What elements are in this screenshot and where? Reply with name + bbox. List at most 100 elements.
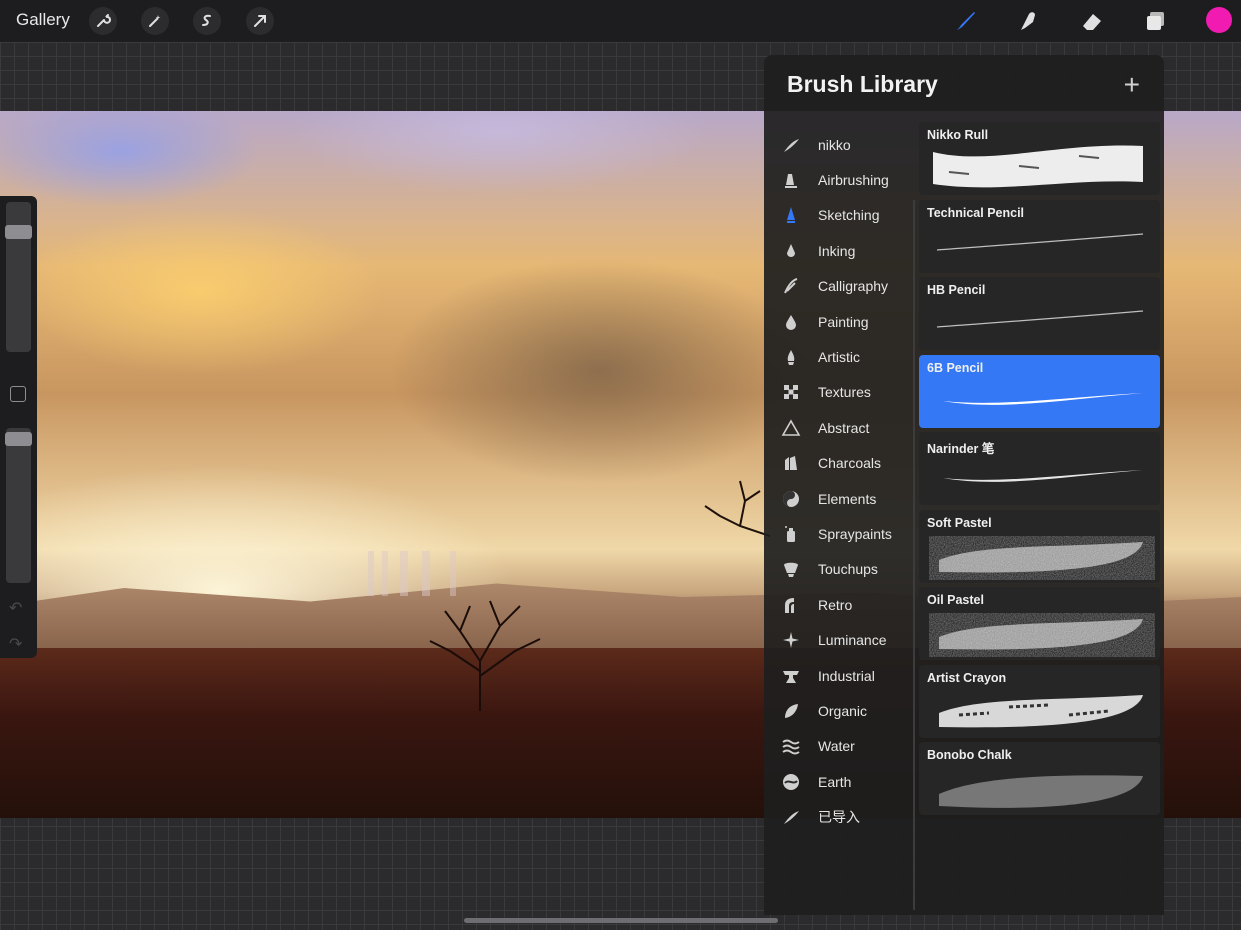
panel-title: Brush Library: [787, 71, 938, 97]
list-divider: [913, 200, 915, 910]
brush-name: Oil Pastel: [927, 593, 984, 607]
spray-can-icon: [780, 523, 802, 545]
smudge-icon[interactable]: [1013, 6, 1043, 36]
side-toolbar: ↶ ↷: [0, 196, 37, 658]
brush-item[interactable]: Narinder 笔: [919, 432, 1160, 505]
brush-name: Nikko Rull: [927, 128, 989, 142]
imported-stroke-icon: [780, 806, 802, 828]
brush-item[interactable]: 6B Pencil: [919, 354, 1160, 428]
category-label: Painting: [818, 313, 869, 330]
brush-opacity-thumb[interactable]: [5, 432, 32, 446]
brush-category-20[interactable]: 已导入: [764, 799, 914, 834]
sparkle-icon: [780, 629, 802, 651]
brush-category-19[interactable]: Earth: [764, 764, 914, 799]
brush-category-4[interactable]: Inking: [764, 233, 914, 268]
brush-category-2[interactable]: Airbrushing: [764, 162, 914, 197]
brush-icon[interactable]: [950, 6, 980, 36]
category-label: Calligraphy: [818, 278, 889, 295]
brush-category-13[interactable]: Touchups: [764, 552, 914, 587]
category-label: Spraypaints: [818, 525, 892, 542]
category-label: Textures: [818, 384, 871, 401]
triangle-icon: [780, 417, 802, 439]
brush-item[interactable]: Soft Pastel: [919, 509, 1160, 583]
anvil-icon: [780, 665, 802, 687]
bare-tree: [429, 600, 541, 711]
brush-category-6[interactable]: Painting: [764, 304, 914, 339]
brush-item[interactable]: Nikko Rull: [919, 122, 1160, 195]
top-toolbar: Gallery: [0, 0, 1241, 42]
yin-yang-icon: [780, 488, 802, 510]
category-label: 已导入: [818, 809, 860, 826]
brush-category-14[interactable]: Retro: [764, 587, 914, 622]
modify-button[interactable]: [10, 386, 26, 402]
category-label: Airbrushing: [818, 172, 889, 189]
transform-arrow-icon[interactable]: [246, 7, 274, 35]
retro-icon: [780, 594, 802, 616]
brush-name: HB Pencil: [927, 283, 986, 297]
brush-item[interactable]: Oil Pastel: [919, 587, 1160, 660]
ink-drop-icon: [780, 240, 802, 262]
brush-name: Artist Crayon: [927, 670, 1007, 685]
brush-item[interactable]: Technical Pencil: [919, 199, 1160, 273]
category-label: nikko: [818, 136, 851, 153]
undo-icon[interactable]: ↶: [9, 598, 22, 618]
brush-category-16[interactable]: Industrial: [764, 658, 914, 693]
brush-category-7[interactable]: Artistic: [764, 339, 914, 374]
home-indicator: [464, 918, 778, 923]
brush-name: Soft Pastel: [927, 515, 992, 530]
add-brush-button[interactable]: +: [1124, 71, 1140, 99]
category-label: Charcoals: [818, 455, 882, 472]
category-label: Industrial: [818, 667, 875, 684]
leaf-stroke-icon: [780, 134, 802, 156]
redo-icon[interactable]: ↷: [9, 634, 22, 654]
brush-name: Bonobo Chalk: [927, 748, 1012, 762]
brush-category-11[interactable]: Elements: [764, 481, 914, 516]
category-label: Touchups: [818, 561, 878, 578]
category-label: Earth: [818, 773, 852, 790]
brush-category-17[interactable]: Organic: [764, 693, 914, 728]
brush-category-1[interactable]: nikko: [764, 127, 914, 162]
earth-swirl-icon: [780, 771, 802, 793]
brush-category-8[interactable]: Textures: [764, 375, 914, 410]
brush-category-12[interactable]: Spraypaints: [764, 516, 914, 551]
category-label: Retro: [818, 596, 853, 613]
brush-category-10[interactable]: Charcoals: [764, 446, 914, 481]
checker-icon: [780, 381, 802, 403]
gallery-button[interactable]: Gallery: [16, 10, 70, 30]
right-tree-branches: [704, 480, 770, 537]
category-label: Water: [818, 738, 855, 755]
brush-category-3[interactable]: Sketching: [764, 198, 914, 233]
brush-category-9[interactable]: Abstract: [764, 410, 914, 445]
layers-icon[interactable]: [1141, 6, 1171, 36]
leaf-icon: [780, 700, 802, 722]
brush-item[interactable]: HB Pencil: [919, 277, 1160, 350]
category-label: Sketching: [818, 207, 880, 224]
category-label: Luminance: [818, 632, 887, 649]
artistic-icon: [780, 346, 802, 368]
category-label: Abstract: [818, 419, 870, 436]
eraser-icon[interactable]: [1077, 6, 1107, 36]
touchup-icon: [780, 558, 802, 580]
selection-icon[interactable]: [193, 7, 221, 35]
brush-name: Technical Pencil: [927, 205, 1025, 220]
wrench-icon[interactable]: [89, 7, 117, 35]
brush-size-thumb[interactable]: [5, 225, 32, 239]
color-picker-button[interactable]: [1206, 7, 1232, 33]
brush-category-5[interactable]: Calligraphy: [764, 269, 914, 304]
category-label: Elements: [818, 490, 877, 507]
calligraphy-icon: [780, 275, 802, 297]
brush-opacity-slider[interactable]: [6, 428, 31, 583]
brush-category-15[interactable]: Luminance: [764, 622, 914, 657]
magic-wand-icon[interactable]: [141, 7, 169, 35]
brush-category-18[interactable]: Water: [764, 729, 914, 764]
brush-library-panel: Brush Library + nikko Airbrushing Sketchin…: [764, 55, 1164, 915]
brush-item[interactable]: Bonobo Chalk: [919, 742, 1160, 815]
brush-item[interactable]: Artist Crayon: [919, 664, 1160, 738]
category-label: Organic: [818, 702, 868, 719]
category-label: Inking: [818, 242, 856, 259]
brush-name: 6B Pencil: [927, 360, 984, 375]
charcoal-icon: [780, 452, 802, 474]
waves-icon: [780, 735, 802, 757]
brush-list: Nikko Rull Technical Pencil HB Pencil 6B Pe…: [919, 122, 1160, 820]
airbrush-icon: [780, 169, 802, 191]
